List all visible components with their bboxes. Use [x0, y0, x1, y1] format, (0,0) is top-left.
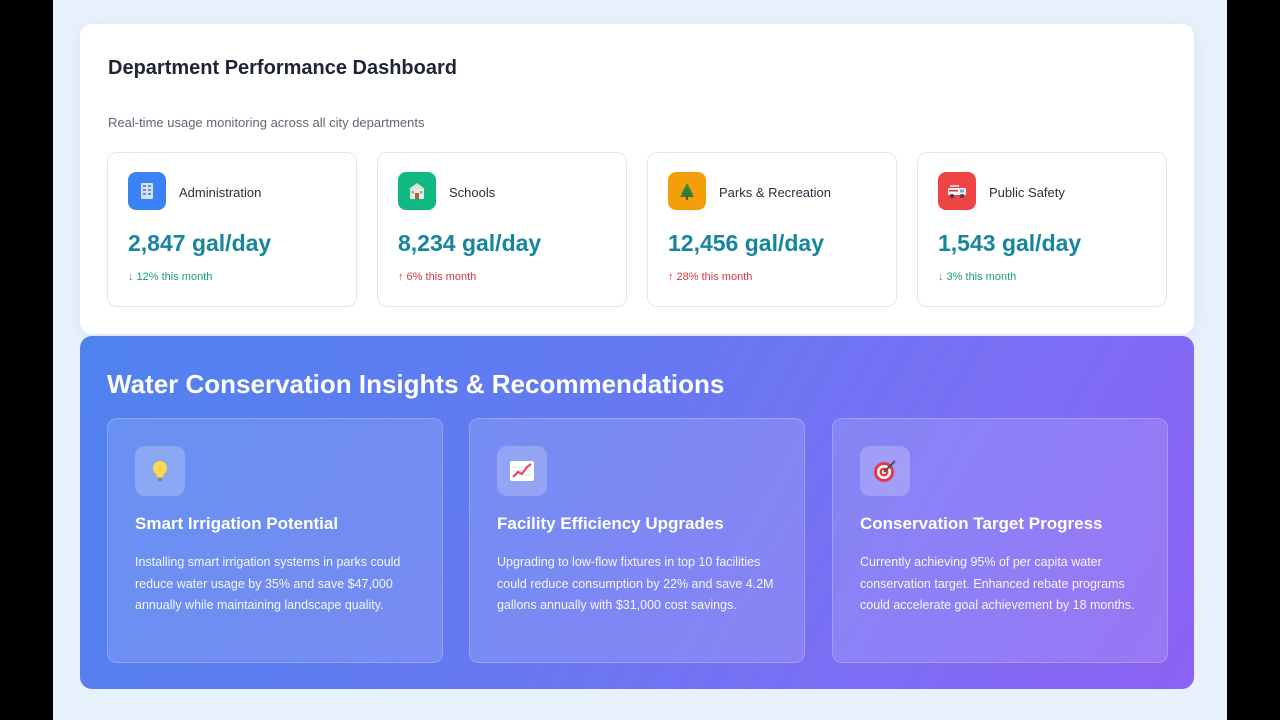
- lightbulb-icon: [135, 446, 185, 496]
- usage-change: ↑ 6% this month: [398, 271, 477, 283]
- metric-card-parks-recreation[interactable]: Parks & Recreation 12,456 gal/day ↑ 28% …: [647, 152, 897, 307]
- dashboard-title: Department Performance Dashboard: [108, 57, 457, 79]
- department-dashboard-panel: Department Performance Dashboard Real-ti…: [80, 24, 1194, 334]
- insight-card-smart-irrigation[interactable]: Smart Irrigation Potential Installing sm…: [107, 418, 443, 663]
- conservation-insights-panel: Water Conservation Insights & Recommenda…: [80, 336, 1194, 689]
- usage-change: ↓ 12% this month: [128, 271, 213, 283]
- usage-value: 2,847 gal/day: [128, 230, 272, 256]
- metric-card-schools[interactable]: Schools 8,234 gal/day ↑ 6% this month: [377, 152, 627, 307]
- chart-increasing-icon: [497, 446, 547, 496]
- usage-change: ↑ 28% this month: [668, 271, 753, 283]
- insight-card-conservation-target[interactable]: Conservation Target Progress Currently a…: [832, 418, 1168, 663]
- usage-value: 12,456 gal/day: [668, 230, 824, 256]
- insight-title: Smart Irrigation Potential: [135, 514, 339, 533]
- department-name: Parks & Recreation: [719, 185, 831, 200]
- tree-icon: [668, 172, 706, 210]
- office-building-icon: [128, 172, 166, 210]
- insight-description: Installing smart irrigation systems in p…: [135, 555, 401, 612]
- insight-description: Currently achieving 95% of per capita wa…: [860, 555, 1135, 612]
- target-icon: [860, 446, 910, 496]
- page-viewport: Department Performance Dashboard Real-ti…: [53, 0, 1227, 720]
- metric-card-public-safety[interactable]: Public Safety 1,543 gal/day ↓ 3% this mo…: [917, 152, 1167, 307]
- fire-truck-icon: [938, 172, 976, 210]
- school-icon: [398, 172, 436, 210]
- insight-description: Upgrading to low-flow fixtures in top 10…: [497, 555, 774, 612]
- department-name: Schools: [449, 185, 496, 200]
- usage-value: 8,234 gal/day: [398, 230, 542, 256]
- metric-card-administration[interactable]: Administration 2,847 gal/day ↓ 12% this …: [107, 152, 357, 307]
- insights-title: Water Conservation Insights & Recommenda…: [107, 369, 725, 399]
- insight-title: Conservation Target Progress: [860, 514, 1103, 533]
- usage-change: ↓ 3% this month: [938, 271, 1017, 283]
- department-name: Administration: [179, 185, 262, 200]
- usage-value: 1,543 gal/day: [938, 230, 1082, 256]
- department-name: Public Safety: [989, 185, 1065, 200]
- insight-title: Facility Efficiency Upgrades: [497, 514, 724, 533]
- insight-card-facility-efficiency[interactable]: Facility Efficiency Upgrades Upgrading t…: [469, 418, 805, 663]
- dashboard-subtitle: Real-time usage monitoring across all ci…: [108, 115, 425, 130]
